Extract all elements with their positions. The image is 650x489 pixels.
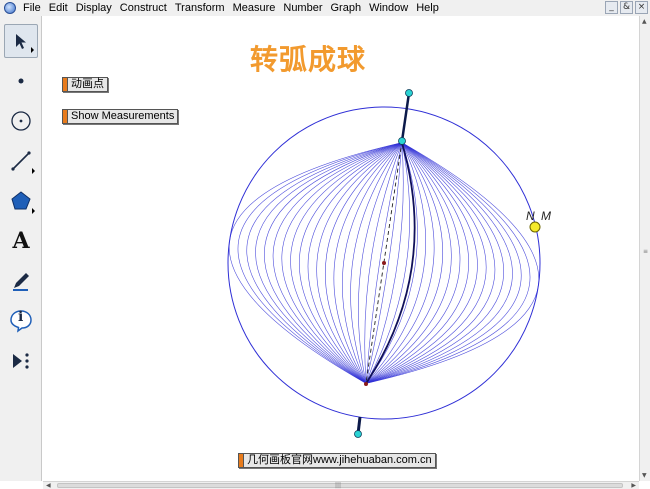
meridian-arc	[365, 142, 426, 384]
menu-edit[interactable]: Edit	[45, 0, 72, 16]
point-label-m: M	[541, 209, 551, 223]
menu-help[interactable]: Help	[412, 0, 443, 16]
polygon-icon	[11, 191, 31, 210]
menu-display[interactable]: Display	[72, 0, 116, 16]
horizontal-scrollbar[interactable]: ◀ ||| ▶	[43, 481, 639, 489]
text-tool[interactable]: A	[4, 224, 38, 258]
compass-tool[interactable]	[4, 104, 38, 138]
pen-icon	[13, 273, 29, 291]
bottom-handle-point[interactable]	[354, 430, 362, 438]
straightedge-tool[interactable]	[4, 144, 38, 178]
selection-arrow-tool[interactable]	[4, 24, 38, 58]
information-tool[interactable]: i	[4, 304, 38, 338]
sphere-construction: N M	[227, 89, 551, 438]
point-m[interactable]	[529, 221, 541, 233]
meridian-arc	[342, 142, 403, 384]
scroll-down-icon[interactable]: ▼	[642, 472, 647, 479]
point-tool[interactable]	[4, 64, 38, 98]
meridian-arc	[365, 142, 452, 384]
website-link-button[interactable]: 几何画板官网www.jihehuaban.com.cn	[238, 453, 436, 468]
scroll-grip-icon: |||	[335, 482, 342, 489]
window-controls: _ & ×	[605, 1, 648, 14]
point-icon	[18, 78, 24, 84]
custom-tool[interactable]	[4, 344, 38, 378]
circle-icon	[11, 111, 31, 131]
close-button[interactable]: ×	[635, 1, 648, 14]
show-measurements-label: Show Measurements	[71, 110, 175, 122]
marker-tool[interactable]	[4, 264, 38, 298]
meridian-arc	[307, 142, 403, 384]
arrow-icon	[16, 34, 26, 49]
show-measurements-button[interactable]: Show Measurements	[62, 109, 179, 124]
meridian-arc	[228, 142, 402, 384]
text-icon: A	[12, 228, 30, 254]
bottom-pole-point[interactable]	[364, 382, 368, 386]
point-label-n: N	[526, 209, 535, 223]
scroll-left-icon[interactable]: ◀	[46, 482, 51, 489]
scroll-up-icon[interactable]: ▲	[642, 18, 647, 25]
info-glyph: i	[18, 309, 24, 325]
custom-tools-icon	[13, 353, 29, 369]
top-handle-point[interactable]	[405, 89, 413, 97]
tool-options-indicator	[32, 208, 35, 214]
top-pole-point[interactable]	[398, 137, 406, 145]
menu-construct[interactable]: Construct	[116, 0, 171, 16]
restore-button[interactable]: &	[620, 1, 633, 14]
tool-options-indicator	[31, 47, 34, 53]
scroll-grip-icon: ≡	[643, 248, 649, 255]
website-label: 几何画板官网www.jihehuaban.com.cn	[247, 454, 432, 466]
meridian-arc	[366, 142, 513, 384]
menu-bar: File Edit Display Construct Transform Me…	[0, 0, 650, 16]
sketch-canvas[interactable]: N M 转弧成球 动画点 Show Measurements 几何画板官网www…	[43, 16, 639, 481]
polygon-tool[interactable]	[4, 184, 38, 218]
center-point[interactable]	[382, 261, 386, 265]
menu-window[interactable]: Window	[365, 0, 412, 16]
meridian-arc	[255, 142, 402, 384]
toolbox: A i	[0, 16, 42, 481]
app-icon[interactable]	[4, 2, 16, 14]
top-segment[interactable]	[400, 92, 411, 142]
tool-options-indicator	[32, 168, 35, 174]
vertical-scrollbar[interactable]: ▲ ≡ ▼	[639, 16, 650, 481]
menu-measure[interactable]: Measure	[229, 0, 280, 16]
line-icon	[11, 151, 31, 171]
minimize-button[interactable]: _	[605, 1, 618, 14]
page-title: 转弧成球	[250, 44, 367, 75]
scroll-right-icon[interactable]: ▶	[631, 482, 636, 489]
menu-graph[interactable]: Graph	[327, 0, 366, 16]
animate-point-label: 动画点	[71, 78, 104, 90]
meridian-arc	[366, 142, 540, 384]
meridian-arc	[316, 142, 403, 384]
menu-number[interactable]: Number	[279, 0, 326, 16]
animate-point-button[interactable]: 动画点	[62, 77, 108, 92]
menu-file[interactable]: File	[19, 0, 45, 16]
menu-transform[interactable]: Transform	[171, 0, 229, 16]
